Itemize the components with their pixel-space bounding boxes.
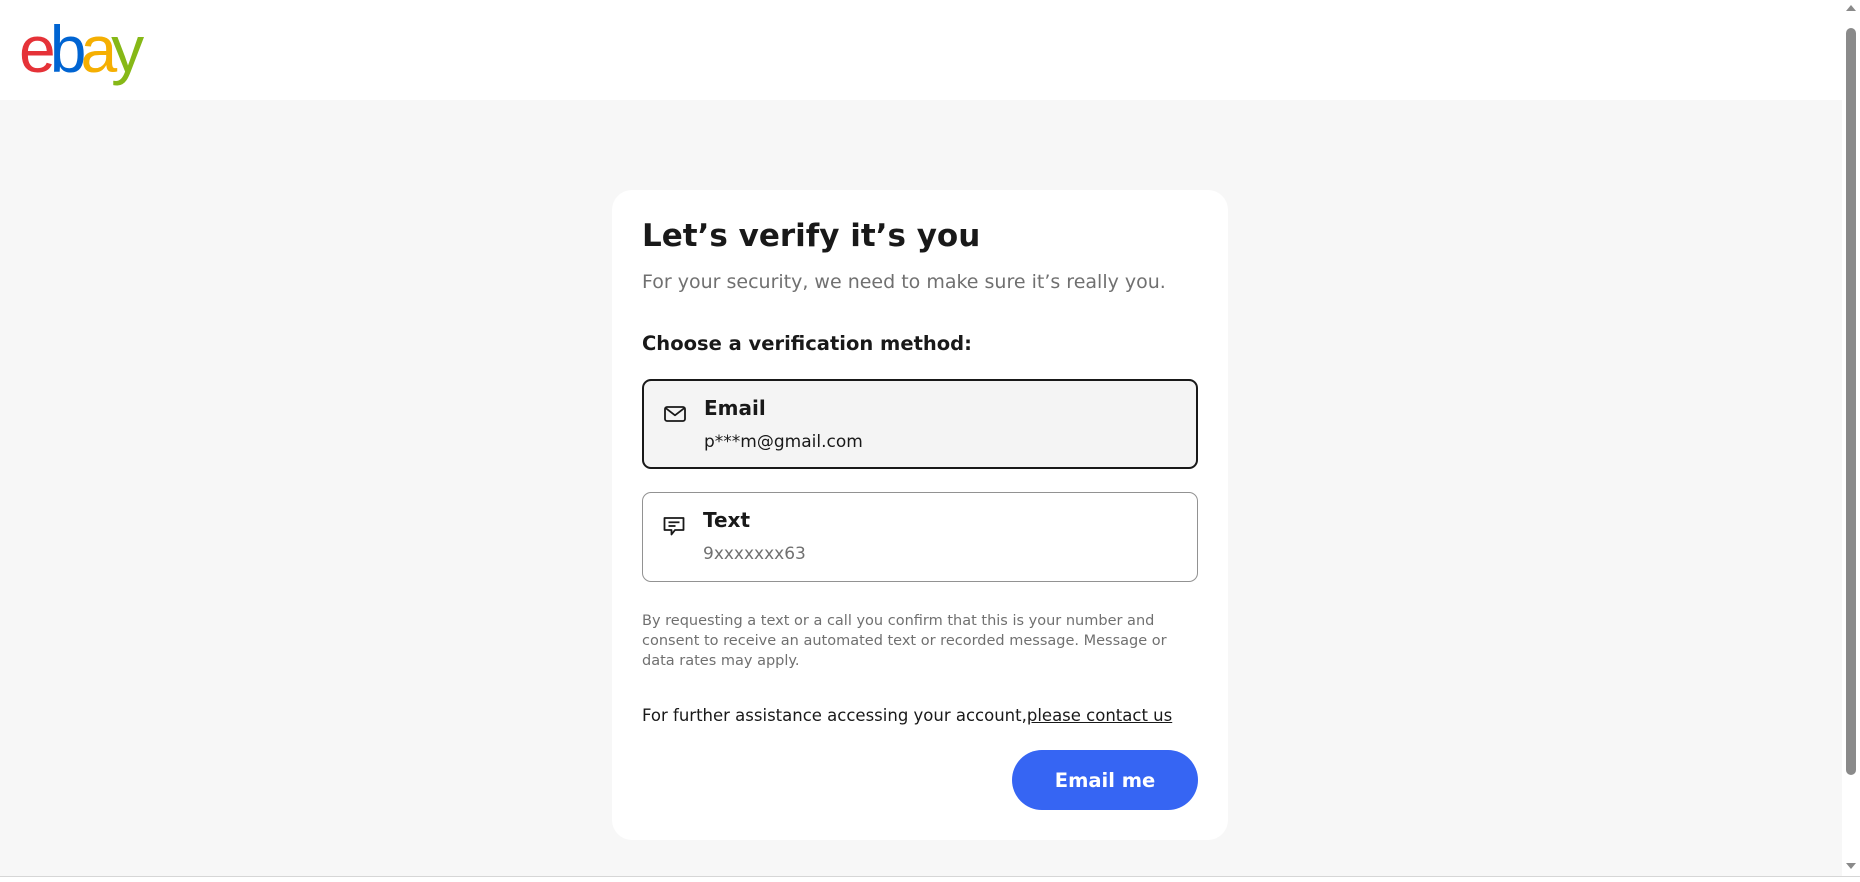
site-header: ebay (0, 0, 1842, 100)
page-subtitle: For your security, we need to make sure … (642, 271, 1166, 293)
window-bottom-edge (0, 876, 1860, 882)
chat-bubble-icon (663, 517, 685, 536)
assistance-text: For further assistance accessing your ac… (642, 706, 1172, 725)
email-option-title: Email (704, 396, 766, 420)
page-title: Let’s verify it’s you (642, 218, 981, 254)
envelope-icon (664, 406, 686, 422)
scrollbar-thumb[interactable] (1846, 28, 1856, 775)
text-option[interactable]: Text 9xxxxxxx63 (642, 492, 1198, 582)
email-me-button[interactable]: Email me (1012, 750, 1198, 810)
verify-card: Let’s verify it’s you For your security,… (612, 190, 1228, 840)
sms-disclaimer: By requesting a text or a call you confi… (642, 613, 1167, 669)
method-label: Choose a verification method: (642, 332, 972, 355)
logo-letter-y: y (111, 12, 144, 86)
ebay-logo[interactable]: ebay (19, 16, 144, 82)
scroll-down-arrow-icon[interactable] (1846, 863, 1856, 869)
logo-letter-b: b (49, 12, 87, 86)
logo-letter-e: e (19, 12, 56, 86)
vertical-scrollbar[interactable] (1842, 0, 1860, 876)
contact-us-link[interactable]: please contact us (1027, 706, 1172, 725)
email-option-address: p***m@gmail.com (704, 432, 863, 452)
email-option[interactable]: Email p***m@gmail.com (642, 379, 1198, 469)
logo-letter-a: a (80, 12, 117, 86)
scroll-up-arrow-icon[interactable] (1846, 5, 1856, 11)
assistance-label: For further assistance accessing your ac… (642, 706, 1027, 725)
text-option-title: Text (703, 508, 751, 532)
text-option-number: 9xxxxxxx63 (703, 544, 806, 564)
